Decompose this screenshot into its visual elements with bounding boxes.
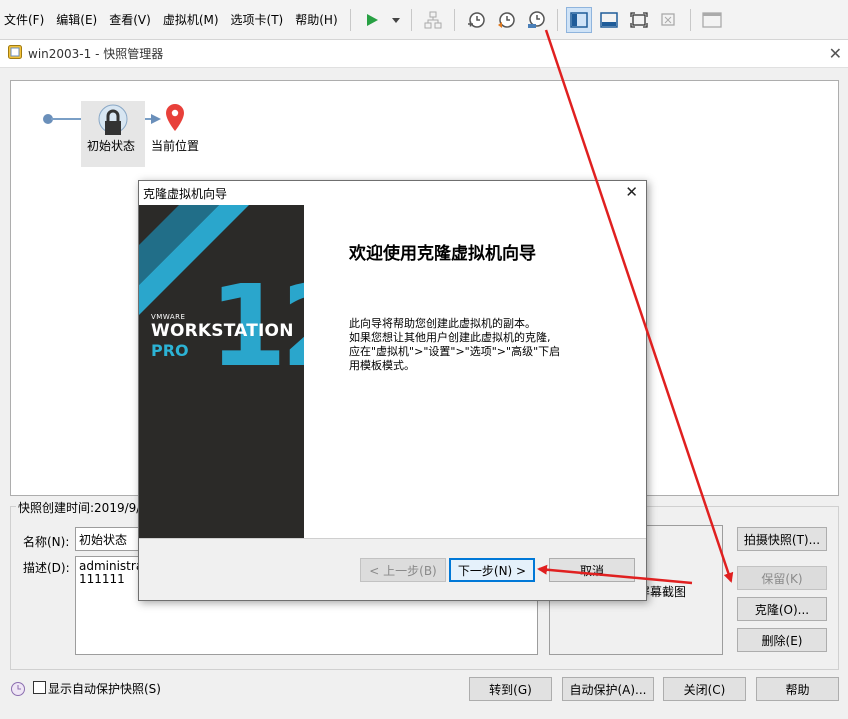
- snapshot-initial-label: 初始状态: [87, 139, 136, 153]
- window-title: win2003-1 - 快照管理器: [28, 47, 164, 61]
- autoprotect-button[interactable]: 自动保护(A)...: [562, 677, 654, 701]
- toolbar-separator: [410, 8, 412, 31]
- toolbar-separator: [689, 8, 691, 31]
- clone-button[interactable]: 克隆(O)...: [737, 597, 827, 621]
- snapshot-manager-icon[interactable]: [523, 7, 549, 33]
- thumbnail-bar-icon[interactable]: [596, 7, 622, 33]
- toolbar-separator: [349, 8, 351, 31]
- show-autoprotect-checkbox[interactable]: [33, 681, 46, 694]
- clone-wizard-dialog: 克隆虚拟机向导 ✕ 12 VMWARE WORKSTATION PRO 欢迎使用…: [138, 180, 647, 601]
- window-titlebar: win2003-1 - 快照管理器 ✕: [0, 40, 848, 68]
- help-button[interactable]: 帮助: [756, 677, 839, 701]
- banner-vmware: VMWARE: [151, 313, 186, 321]
- keep-button[interactable]: 保留(K): [737, 566, 827, 590]
- snapshot-current-label: 当前位置: [151, 139, 200, 153]
- autoprotect-icon: [10, 681, 26, 700]
- dialog-description-line: 此向导将帮助您创建此虚拟机的副本。: [349, 317, 536, 330]
- menu-tabs[interactable]: 选项卡(T): [225, 0, 290, 40]
- dialog-footer-divider: [139, 538, 646, 539]
- play-dropdown-icon[interactable]: [389, 7, 403, 33]
- menu-edit[interactable]: 编辑(E): [50, 0, 103, 40]
- connector-arrow-icon: [151, 114, 161, 124]
- toolbar-separator: [556, 8, 558, 31]
- back-button[interactable]: < 上一步(B): [360, 558, 446, 582]
- close-button[interactable]: 关闭(C): [663, 677, 746, 701]
- full-screen-icon[interactable]: [626, 7, 652, 33]
- unity-icon: [656, 7, 682, 33]
- menu-bar: 文件(F) 编辑(E) 查看(V) 虚拟机(M) 选项卡(T) 帮助(H): [0, 0, 848, 40]
- description-label: 描述(D):: [23, 561, 70, 575]
- dialog-content: 欢迎使用克隆虚拟机向导 此向导将帮助您创建此虚拟机的副本。 如果您想让其他用户创…: [304, 205, 646, 538]
- snapshot-created-label: 快照创建时间:2019/9/: [16, 499, 143, 516]
- console-view-icon: [699, 7, 725, 33]
- dialog-close-icon[interactable]: ✕: [625, 183, 638, 201]
- dialog-description-line: 用模板模式。: [349, 359, 415, 372]
- toolbar-separator: [453, 8, 455, 31]
- play-icon[interactable]: [359, 7, 385, 33]
- cancel-button[interactable]: 取消: [549, 558, 635, 582]
- snapshot-initial[interactable]: 初始状态: [81, 101, 145, 167]
- window-close-icon[interactable]: ✕: [829, 44, 842, 63]
- menu-vm[interactable]: 虚拟机(M): [157, 0, 225, 40]
- name-label: 名称(N):: [23, 535, 70, 549]
- delete-button[interactable]: 删除(E): [737, 628, 827, 652]
- menu-view[interactable]: 查看(V): [103, 0, 157, 40]
- workstation-banner: 12 VMWARE WORKSTATION PRO: [139, 205, 304, 538]
- dialog-titlebar: 克隆虚拟机向导: [139, 181, 646, 205]
- next-button[interactable]: 下一步(N) >: [449, 558, 535, 582]
- take-snapshot-button[interactable]: 拍摄快照(T)...: [737, 527, 827, 551]
- show-library-icon[interactable]: [565, 6, 592, 33]
- banner-workstation: WORKSTATION: [151, 321, 294, 341]
- dialog-description: 此向导将帮助您创建此虚拟机的副本。 如果您想让其他用户创建此虚拟机的克隆, 应在…: [349, 317, 589, 373]
- snapshot-locked-icon: [98, 104, 128, 135]
- current-location-pin-icon: [166, 104, 184, 131]
- dialog-heading: 欢迎使用克隆虚拟机向导: [349, 244, 536, 264]
- name-field[interactable]: 初始状态: [75, 527, 145, 551]
- take-snapshot-icon[interactable]: [463, 7, 489, 33]
- network-icon: [420, 7, 446, 33]
- menu-help[interactable]: 帮助(H): [289, 0, 343, 40]
- goto-button[interactable]: 转到(G): [469, 677, 552, 701]
- dialog-title: 克隆虚拟机向导: [143, 186, 228, 201]
- dialog-description-line: 如果您想让其他用户创建此虚拟机的克隆,: [349, 331, 551, 344]
- vmware-app-icon: [8, 45, 22, 62]
- menu-file[interactable]: 文件(F): [0, 0, 50, 40]
- banner-pro: PRO: [151, 341, 189, 360]
- show-autoprotect-label: 显示自动保护快照(S): [48, 682, 161, 696]
- revert-snapshot-icon[interactable]: [493, 7, 519, 33]
- dialog-description-line: 应在"虚拟机">"设置">"选项">"高级"下启: [349, 345, 561, 358]
